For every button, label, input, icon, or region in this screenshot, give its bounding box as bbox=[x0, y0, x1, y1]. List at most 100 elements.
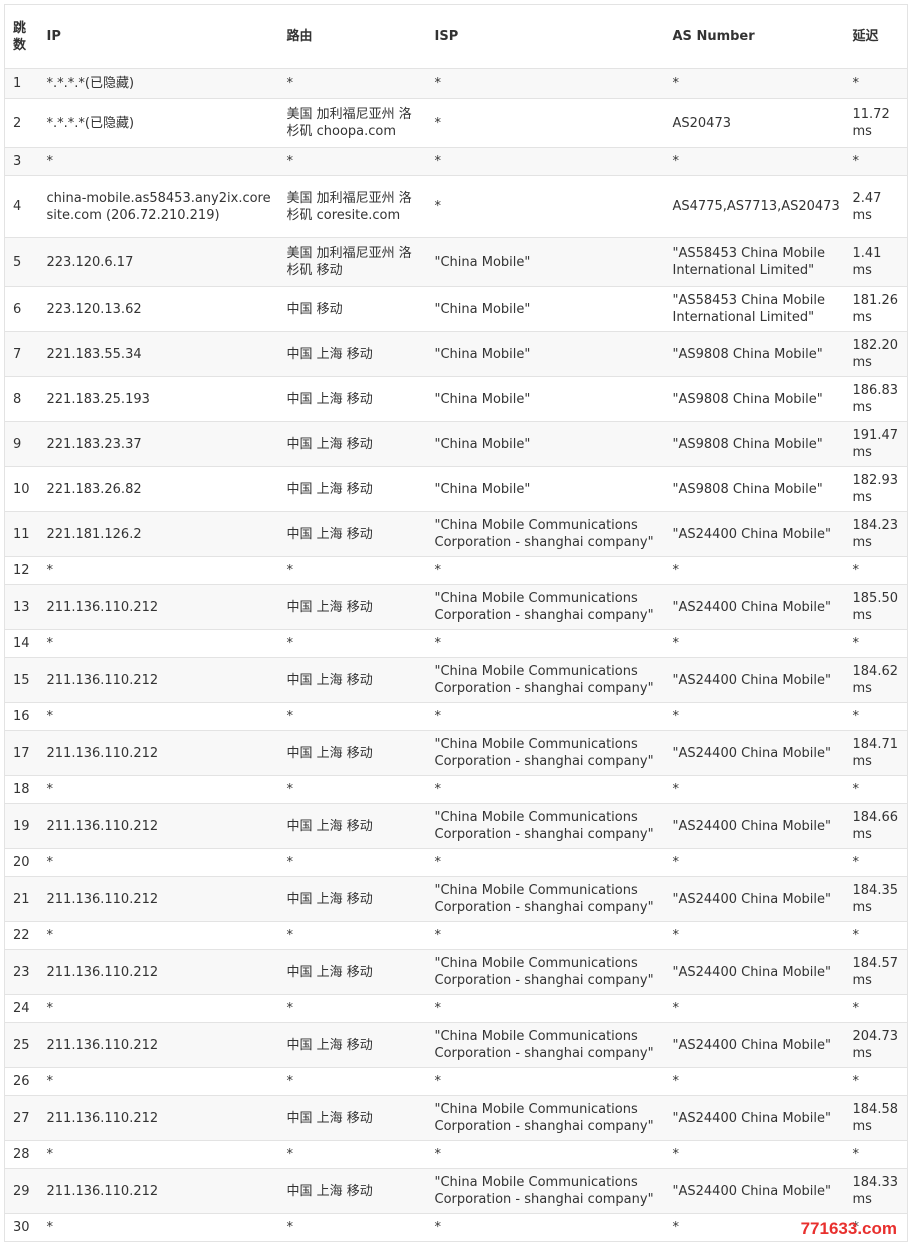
as-number-cell: "AS24400 China Mobile" bbox=[664, 1095, 845, 1141]
hop-cell: 18 bbox=[4, 775, 39, 804]
isp-cell: * bbox=[426, 702, 665, 731]
as-number-cell: * bbox=[664, 556, 845, 585]
as-number-cell: "AS24400 China Mobile" bbox=[664, 949, 845, 995]
isp-cell: "China Mobile Communications Corporation… bbox=[426, 1022, 665, 1068]
ip-cell: 211.136.110.212 bbox=[38, 1168, 279, 1214]
isp-cell: "China Mobile" bbox=[426, 331, 665, 377]
route-cell: 中国 上海 移动 bbox=[278, 803, 427, 849]
isp-cell: "China Mobile Communications Corporation… bbox=[426, 876, 665, 922]
route-cell: * bbox=[278, 994, 427, 1023]
route-cell: 中国 上海 移动 bbox=[278, 949, 427, 995]
hop-cell: 2 bbox=[4, 98, 39, 148]
ip-cell: china-mobile.as58453.any2ix.coresite.com… bbox=[38, 175, 279, 238]
hop-cell: 20 bbox=[4, 848, 39, 877]
route-cell: * bbox=[278, 629, 427, 658]
hop-cell: 3 bbox=[4, 147, 39, 176]
route-cell: 美国 加利福尼亚州 洛杉矶 coresite.com bbox=[278, 175, 427, 238]
as-number-cell: "AS24400 China Mobile" bbox=[664, 584, 845, 630]
table-row: 28 * * * * * bbox=[4, 1140, 908, 1169]
table-row: 23 211.136.110.212 中国 上海 移动 "China Mobile C… bbox=[4, 949, 908, 995]
as-number-cell: "AS58453 China Mobile International Limi… bbox=[664, 286, 845, 332]
traceroute-table: 跳数 IP 路由 ISP AS Number 延迟 1 *.*.*.*(已隐藏) *… bbox=[4, 4, 908, 1242]
route-cell: 美国 加利福尼亚州 洛杉矶 移动 bbox=[278, 237, 427, 287]
delay-cell: * bbox=[844, 1067, 908, 1096]
ip-cell: 221.183.26.82 bbox=[38, 466, 279, 512]
table-row: 21 211.136.110.212 中国 上海 移动 "China Mobile C… bbox=[4, 876, 908, 922]
ip-cell: 221.183.23.37 bbox=[38, 421, 279, 467]
hop-cell: 25 bbox=[4, 1022, 39, 1068]
table-row: 8 221.183.25.193 中国 上海 移动 "China Mobile" "AS… bbox=[4, 376, 908, 422]
table-row: 22 * * * * * bbox=[4, 921, 908, 950]
route-cell: * bbox=[278, 1140, 427, 1169]
delay-cell: 191.47 ms bbox=[844, 421, 908, 467]
ip-cell: 211.136.110.212 bbox=[38, 1095, 279, 1141]
ip-cell: * bbox=[38, 994, 279, 1023]
hop-cell: 6 bbox=[4, 286, 39, 332]
isp-cell: "China Mobile Communications Corporation… bbox=[426, 949, 665, 995]
delay-cell: 184.33 ms bbox=[844, 1168, 908, 1214]
table-row: 16 * * * * * bbox=[4, 702, 908, 731]
isp-cell: "China Mobile Communications Corporation… bbox=[426, 730, 665, 776]
as-number-cell: * bbox=[664, 68, 845, 99]
table-row: 15 211.136.110.212 中国 上海 移动 "China Mobile C… bbox=[4, 657, 908, 703]
hop-cell: 11 bbox=[4, 511, 39, 557]
delay-cell: * bbox=[844, 994, 908, 1023]
delay-cell: * bbox=[844, 1140, 908, 1169]
table-row: 29 211.136.110.212 中国 上海 移动 "China Mobile C… bbox=[4, 1168, 908, 1214]
ip-cell: * bbox=[38, 1213, 279, 1242]
table-row: 18 * * * * * bbox=[4, 775, 908, 804]
isp-cell: * bbox=[426, 98, 665, 148]
delay-cell: 185.50 ms bbox=[844, 584, 908, 630]
table-row: 9 221.183.23.37 中国 上海 移动 "China Mobile" "AS9… bbox=[4, 421, 908, 467]
hop-cell: 23 bbox=[4, 949, 39, 995]
ip-cell: * bbox=[38, 1067, 279, 1096]
route-cell: 中国 上海 移动 bbox=[278, 331, 427, 377]
ip-cell: * bbox=[38, 629, 279, 658]
as-number-cell: AS4775,AS7713,AS20473 bbox=[664, 175, 845, 238]
table-row: 25 211.136.110.212 中国 上海 移动 "China Mobile C… bbox=[4, 1022, 908, 1068]
table-row: 13 211.136.110.212 中国 上海 移动 "China Mobile C… bbox=[4, 584, 908, 630]
route-cell: * bbox=[278, 848, 427, 877]
isp-cell: "China Mobile Communications Corporation… bbox=[426, 1168, 665, 1214]
header-delay: 延迟 bbox=[844, 4, 908, 69]
hop-cell: 1 bbox=[4, 68, 39, 99]
route-cell: * bbox=[278, 1213, 427, 1242]
table-row: 24 * * * * * bbox=[4, 994, 908, 1023]
ip-cell: 221.183.25.193 bbox=[38, 376, 279, 422]
isp-cell: "China Mobile Communications Corporation… bbox=[426, 584, 665, 630]
table-row: 5 223.120.6.17 美国 加利福尼亚州 洛杉矶 移动 "China Mobi… bbox=[4, 237, 908, 287]
isp-cell: * bbox=[426, 848, 665, 877]
ip-cell: 223.120.13.62 bbox=[38, 286, 279, 332]
hop-cell: 14 bbox=[4, 629, 39, 658]
ip-cell: 211.136.110.212 bbox=[38, 949, 279, 995]
as-number-cell: "AS9808 China Mobile" bbox=[664, 331, 845, 377]
delay-cell: 2.47 ms bbox=[844, 175, 908, 238]
isp-cell: "China Mobile Communications Corporation… bbox=[426, 1095, 665, 1141]
delay-cell: * bbox=[844, 702, 908, 731]
ip-cell: 221.181.126.2 bbox=[38, 511, 279, 557]
isp-cell: "China Mobile" bbox=[426, 376, 665, 422]
as-number-cell: * bbox=[664, 994, 845, 1023]
isp-cell: * bbox=[426, 775, 665, 804]
as-number-cell: * bbox=[664, 147, 845, 176]
route-cell: 中国 上海 移动 bbox=[278, 511, 427, 557]
delay-cell: 182.20 ms bbox=[844, 331, 908, 377]
isp-cell: "China Mobile Communications Corporation… bbox=[426, 803, 665, 849]
route-cell: 中国 上海 移动 bbox=[278, 376, 427, 422]
table-row: 2 *.*.*.*(已隐藏) 美国 加利福尼亚州 洛杉矶 choopa.com * AS… bbox=[4, 98, 908, 148]
route-cell: 美国 加利福尼亚州 洛杉矶 choopa.com bbox=[278, 98, 427, 148]
hop-cell: 30 bbox=[4, 1213, 39, 1242]
delay-cell: * bbox=[844, 556, 908, 585]
delay-cell: 184.23 ms bbox=[844, 511, 908, 557]
delay-cell: * bbox=[844, 775, 908, 804]
isp-cell: * bbox=[426, 556, 665, 585]
as-number-cell: * bbox=[664, 921, 845, 950]
isp-cell: "China Mobile Communications Corporation… bbox=[426, 511, 665, 557]
as-number-cell: * bbox=[664, 775, 845, 804]
table-row: 11 221.181.126.2 中国 上海 移动 "China Mobile Com… bbox=[4, 511, 908, 557]
hop-cell: 24 bbox=[4, 994, 39, 1023]
isp-cell: "China Mobile" bbox=[426, 421, 665, 467]
delay-cell: 1.41 ms bbox=[844, 237, 908, 287]
table-row: 6 223.120.13.62 中国 移动 "China Mobile" "AS5845… bbox=[4, 286, 908, 332]
delay-cell: 184.71 ms bbox=[844, 730, 908, 776]
